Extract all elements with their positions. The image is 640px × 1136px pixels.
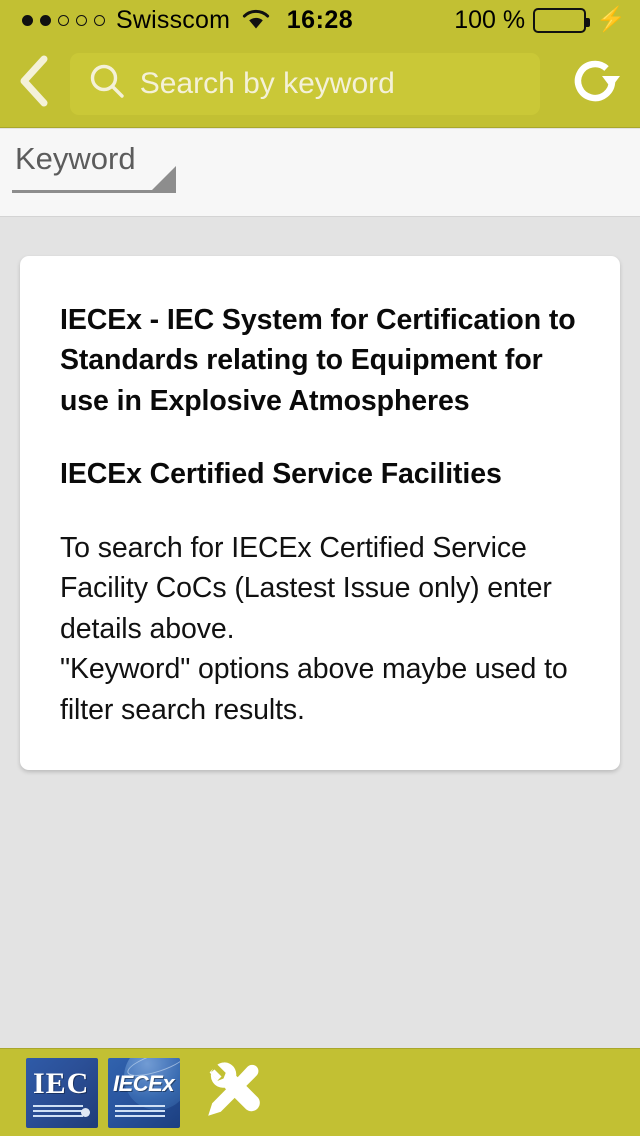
app-screen: Swisscom 16:28 100 % ⚡ Search by keyword… bbox=[0, 0, 640, 1136]
battery-nub bbox=[586, 17, 591, 27]
refresh-button[interactable] bbox=[550, 40, 640, 128]
iec-logo-dot bbox=[81, 1107, 90, 1117]
filter-bar: Keyword bbox=[0, 129, 640, 217]
status-bar-right: 100 % ⚡ bbox=[454, 6, 626, 35]
iec-logo-lines bbox=[33, 1104, 83, 1117]
search-icon bbox=[88, 62, 126, 105]
iec-logo-label: IEC bbox=[33, 1066, 90, 1100]
search-input[interactable] bbox=[139, 66, 540, 101]
back-button[interactable] bbox=[0, 40, 68, 128]
card-heading-primary: IECEx - IEC System for Certification to … bbox=[60, 304, 576, 417]
navigation-bar bbox=[0, 40, 640, 128]
iecex-logo-button[interactable]: IECEx bbox=[108, 1057, 180, 1128]
status-bar: Swisscom 16:28 100 % ⚡ bbox=[0, 0, 640, 40]
card-heading-secondary: IECEx Certified Service Facilities bbox=[60, 458, 502, 491]
keyword-dropdown[interactable]: Keyword bbox=[12, 141, 176, 203]
tools-button[interactable] bbox=[194, 1058, 272, 1128]
tools-icon bbox=[200, 1057, 266, 1128]
dropdown-triangle-icon bbox=[152, 166, 176, 190]
refresh-icon bbox=[566, 52, 624, 115]
battery-percent-label: 100 % bbox=[454, 5, 526, 34]
content-area: IECEx - IEC System for Certification to … bbox=[0, 217, 640, 1048]
charging-bolt-icon: ⚡ bbox=[596, 6, 626, 33]
iecex-logo-lines bbox=[115, 1104, 165, 1117]
battery-icon bbox=[533, 7, 591, 33]
bottom-toolbar: IEC IECEx bbox=[0, 1048, 640, 1136]
info-card: IECEx - IEC System for Certification to … bbox=[20, 256, 620, 771]
iecex-logo-label: IECEx bbox=[113, 1070, 175, 1096]
keyword-dropdown-underline bbox=[12, 190, 176, 193]
card-body-text: To search for IECEx Certified Service Fa… bbox=[60, 531, 568, 726]
iec-logo-button[interactable]: IEC bbox=[26, 1057, 98, 1128]
search-field[interactable] bbox=[69, 52, 540, 115]
chevron-left-icon bbox=[16, 54, 52, 113]
